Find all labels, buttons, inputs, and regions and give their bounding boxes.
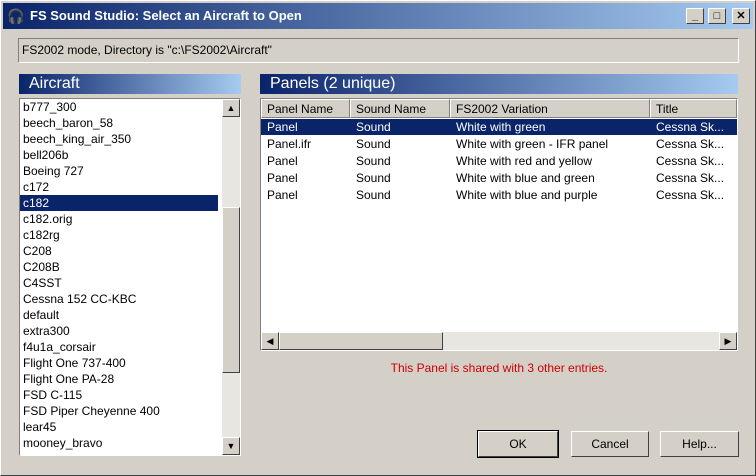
help-button[interactable]: Help... — [660, 431, 739, 457]
aircraft-list-item[interactable]: c182 — [20, 195, 218, 211]
aircraft-list-items: b777_300 beech_baron_58 beech_king_air_350… — [20, 99, 218, 455]
panels-horizontal-scrollbar[interactable]: ◀ ▶ — [261, 332, 737, 350]
window-title: FS Sound Studio: Select an Aircraft to O… — [30, 8, 302, 23]
maximize-button[interactable]: □ — [708, 8, 726, 24]
aircraft-list-item[interactable]: C4SST — [20, 275, 218, 291]
table-row[interactable]: Panel Sound White with blue and purple Cess… — [261, 187, 737, 203]
variation-cell: White with green - IFR panel — [456, 137, 609, 151]
variation-cell: White with green — [456, 120, 546, 134]
aircraft-list-item[interactable]: b777_300 — [20, 99, 218, 115]
table-row[interactable]: Panel Sound White with blue and green Cessn… — [261, 170, 737, 186]
sound-name-cell: Sound — [356, 188, 391, 202]
table-row[interactable]: Panel.ifr Sound White with green - IFR pan… — [261, 136, 737, 152]
title-bar[interactable]: 🎧 FS Sound Studio: Select an Aircraft to… — [3, 3, 753, 29]
column-header-title[interactable]: Title — [650, 99, 737, 118]
sound-name-cell: Sound — [356, 120, 391, 134]
sound-name-cell: Sound — [356, 137, 391, 151]
aircraft-list-item[interactable]: FSD Piper Cheyenne 400 — [20, 403, 218, 419]
close-button[interactable]: ✕ — [732, 8, 750, 24]
aircraft-list-item[interactable]: C208 — [20, 243, 218, 259]
aircraft-list-item[interactable]: f4u1a_corsair — [20, 339, 218, 355]
panel-name-cell: Panel.ifr — [267, 137, 312, 151]
table-row[interactable]: Panel Sound White with red and yellow Cessn… — [261, 153, 737, 169]
aircraft-list-item[interactable]: c172 — [20, 179, 218, 195]
cancel-button[interactable]: Cancel — [571, 431, 649, 457]
aircraft-list-item[interactable]: mooney_bravo — [20, 435, 218, 451]
aircraft-list-item[interactable]: lear45 — [20, 419, 218, 435]
aircraft-list-item[interactable]: bell206b — [20, 147, 218, 163]
aircraft-header: Aircraft — [19, 74, 241, 94]
aircraft-list-item[interactable]: beech_baron_58 — [20, 115, 218, 131]
variation-cell: White with red and yellow — [456, 154, 593, 168]
aircraft-list-item[interactable]: c182.orig — [20, 211, 218, 227]
shared-panel-message: This Panel is shared with 3 other entrie… — [390, 361, 608, 375]
dialog-window: 🎧 FS Sound Studio: Select an Aircraft to… — [0, 0, 756, 476]
panels-table-header: Panel Name Sound Name FS2002 Variation T… — [261, 99, 737, 118]
column-header-sound-name[interactable]: Sound Name — [350, 99, 450, 118]
aircraft-list-item[interactable]: FSD C-115 — [20, 387, 218, 403]
panel-name-cell: Panel — [267, 120, 298, 134]
column-header-fs2002-variation[interactable]: FS2002 Variation — [450, 99, 650, 118]
panels-table[interactable]: Panel Name Sound Name FS2002 Variation T… — [260, 98, 738, 351]
aircraft-list-item[interactable]: C208B — [20, 259, 218, 275]
panels-scroll-thumb[interactable] — [279, 332, 443, 350]
aircraft-list-item[interactable]: Boeing 727 — [20, 163, 218, 179]
panel-name-cell: Panel — [267, 154, 298, 168]
aircraft-list-item[interactable]: extra300 — [20, 323, 218, 339]
scroll-left-arrow-icon[interactable]: ◀ — [261, 332, 279, 350]
title-cell: Cessna Sk... — [656, 120, 725, 134]
scroll-up-arrow-icon[interactable]: ▲ — [222, 99, 240, 117]
title-cell: Cessna Sk... — [656, 154, 725, 168]
title-cell: Cessna Sk... — [656, 171, 725, 185]
aircraft-vertical-scrollbar[interactable]: ▲ ▼ — [222, 99, 240, 455]
aircraft-list-item[interactable]: Flight One PA-28 — [20, 371, 218, 387]
panels-header: Panels (2 unique) — [260, 74, 738, 94]
title-cell: Cessna Sk... — [656, 188, 725, 202]
scroll-down-arrow-icon[interactable]: ▼ — [222, 437, 240, 455]
variation-cell: White with blue and purple — [456, 188, 598, 202]
panel-name-cell: Panel — [267, 188, 298, 202]
panel-name-cell: Panel — [267, 171, 298, 185]
directory-status: FS2002 mode, Directory is "c:\FS2002\Air… — [18, 38, 739, 63]
aircraft-list[interactable]: b777_300 beech_baron_58 beech_king_air_350… — [19, 98, 241, 456]
sound-name-cell: Sound — [356, 171, 391, 185]
sound-name-cell: Sound — [356, 154, 391, 168]
variation-cell: White with blue and green — [456, 171, 595, 185]
column-header-panel-name[interactable]: Panel Name — [261, 99, 350, 118]
aircraft-list-item[interactable]: default — [20, 307, 218, 323]
aircraft-list-item[interactable]: c182rg — [20, 227, 218, 243]
aircraft-list-item[interactable]: Flight One 737-400 — [20, 355, 218, 371]
minimize-button[interactable]: _ — [686, 8, 704, 24]
title-cell: Cessna Sk... — [656, 137, 725, 151]
headphones-icon: 🎧 — [7, 8, 25, 24]
aircraft-list-item[interactable]: Cessna 152 CC-KBC — [20, 291, 218, 307]
aircraft-scroll-thumb[interactable] — [222, 207, 240, 373]
ok-button[interactable]: OK — [477, 430, 559, 458]
scroll-right-arrow-icon[interactable]: ▶ — [719, 332, 737, 350]
aircraft-list-item[interactable]: beech_king_air_350 — [20, 131, 218, 147]
table-row[interactable]: Panel Sound White with green Cessna Sk... — [261, 119, 737, 135]
